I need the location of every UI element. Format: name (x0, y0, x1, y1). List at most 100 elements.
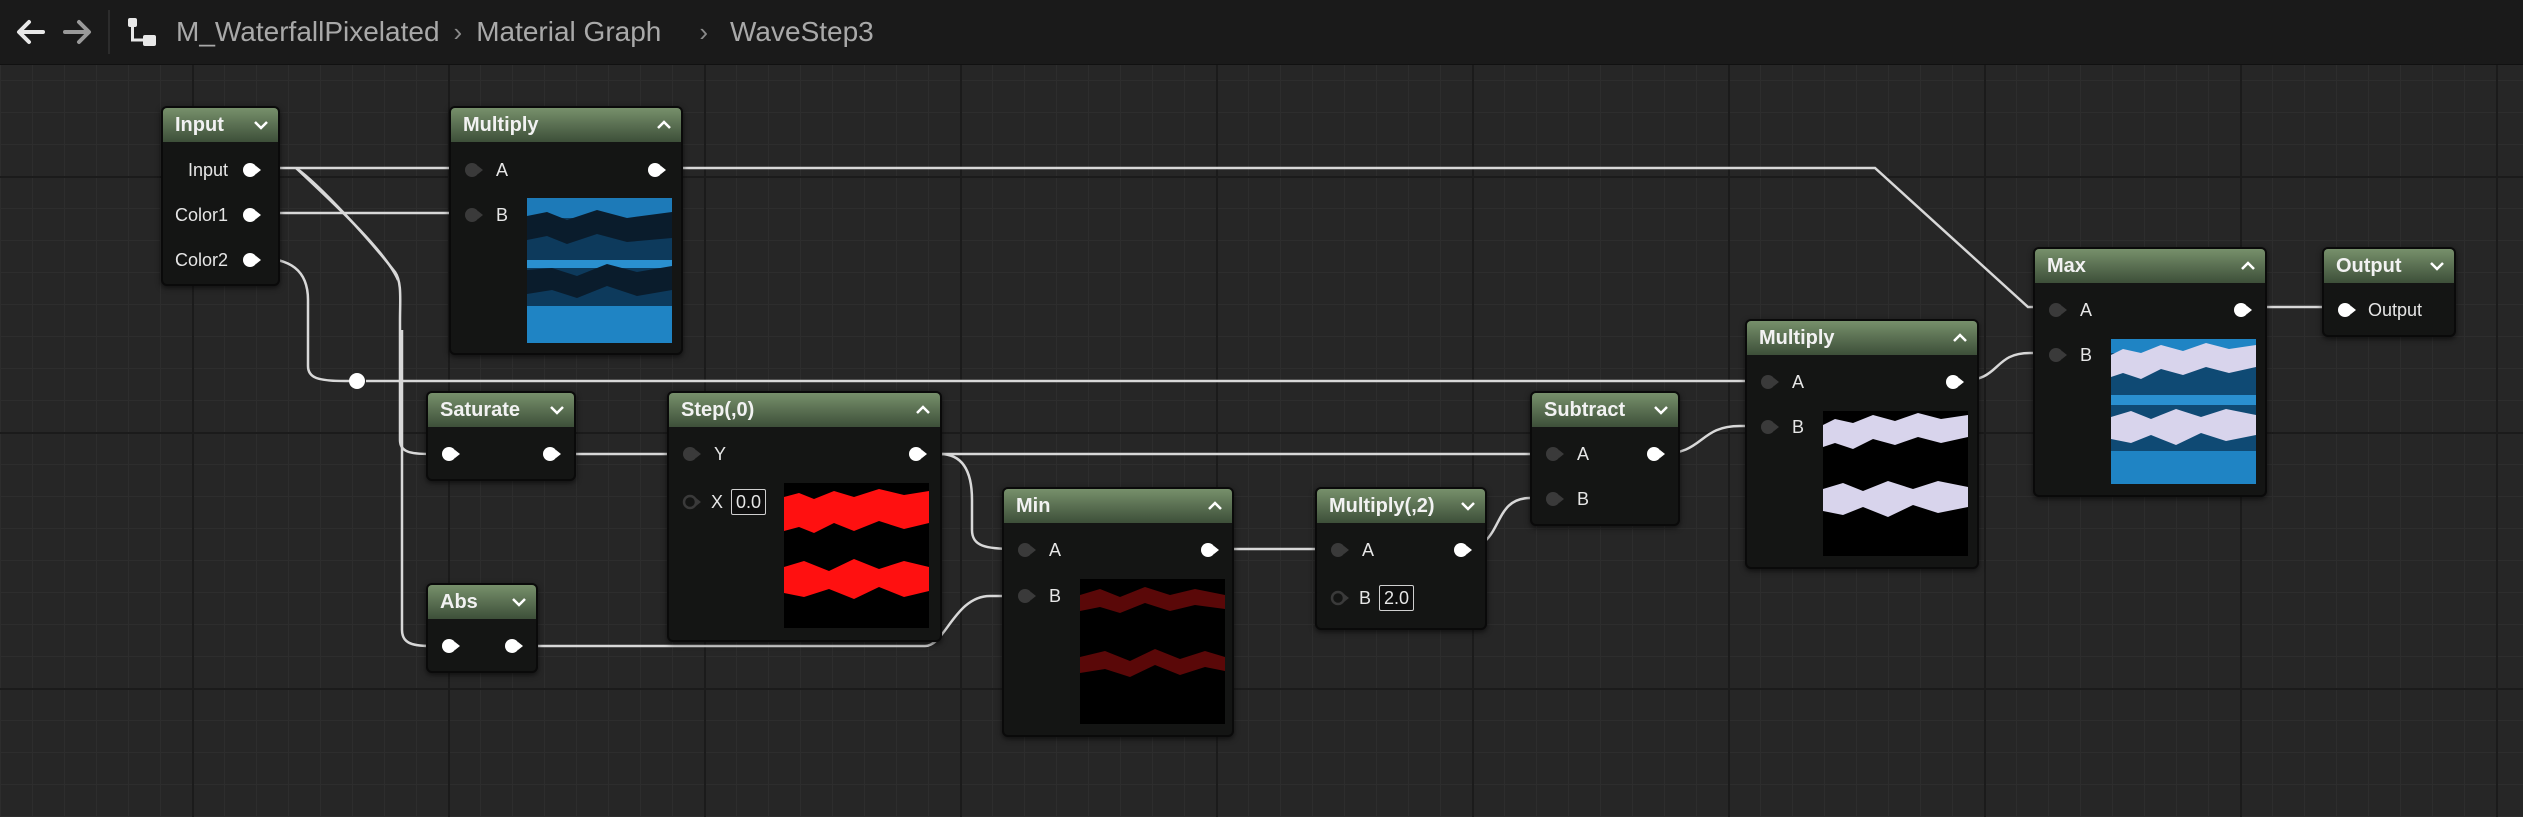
output-pin-icon[interactable] (242, 161, 262, 179)
breadcrumb-graph[interactable]: Material Graph (476, 16, 661, 48)
input-pin-icon[interactable] (1544, 490, 1564, 508)
chevron-up-icon[interactable] (655, 116, 673, 134)
chevron-right-icon: › (699, 16, 709, 47)
pin-label-y: Y (714, 444, 727, 464)
texture-preview (784, 483, 929, 628)
chevron-up-icon[interactable] (1951, 329, 1969, 347)
input-pin-icon[interactable] (2336, 301, 2356, 319)
pin-label-input: Input (187, 160, 228, 180)
chevron-down-icon[interactable] (1652, 401, 1670, 419)
node-title: Multiply (1759, 326, 1835, 349)
input-pin-icon[interactable] (681, 493, 701, 511)
input-pin-icon[interactable] (2047, 346, 2067, 364)
input-pin-icon[interactable] (1329, 589, 1349, 607)
pin-label-b: B (1792, 417, 1805, 437)
toolbar-divider (108, 10, 110, 54)
node-header[interactable]: Max (2035, 249, 2265, 283)
arrow-right-icon (63, 20, 91, 44)
node-header[interactable]: Subtract (1532, 393, 1678, 427)
pin-label-a: A (2080, 300, 2093, 320)
pin-label-b: B (496, 205, 509, 225)
input-pin-icon[interactable] (1016, 541, 1036, 559)
input-pin-icon[interactable] (440, 445, 460, 463)
forward-button[interactable] (54, 0, 102, 64)
node-title: Subtract (1544, 398, 1626, 421)
pin-label-color1: Color1 (174, 205, 228, 225)
breadcrumb-asset[interactable]: M_WaterfallPixelated (176, 16, 440, 48)
breadcrumb: M_WaterfallPixelated › Material Graph › … (176, 16, 874, 48)
wire-input-to-saturate (295, 166, 438, 456)
output-pin-icon[interactable] (504, 637, 524, 655)
node-header[interactable]: Input (163, 108, 278, 142)
max-node[interactable]: Max A B (2033, 247, 2267, 497)
output-pin-icon[interactable] (908, 445, 928, 463)
input-pin-icon[interactable] (1759, 373, 1779, 391)
chevron-up-icon[interactable] (1206, 497, 1224, 515)
input-pin-icon[interactable] (1329, 541, 1349, 559)
min-node[interactable]: Min A B (1002, 487, 1234, 737)
node-header[interactable]: Step(,0) (669, 393, 940, 427)
abs-node[interactable]: Abs (426, 583, 538, 673)
output-pin-icon[interactable] (1945, 373, 1965, 391)
back-button[interactable] (6, 0, 54, 64)
pin-label-b: B (1049, 586, 1062, 606)
b-value-field[interactable]: 2.0 (1379, 585, 1415, 611)
step-node[interactable]: Step(,0) Y X 0.0 (667, 391, 942, 642)
node-header[interactable]: Saturate (428, 393, 574, 427)
texture-preview (1080, 579, 1225, 724)
chevron-down-icon[interactable] (252, 116, 270, 134)
output-pin-icon[interactable] (1453, 541, 1473, 559)
subtract-node[interactable]: Subtract A B (1530, 391, 1680, 526)
saturate-node[interactable]: Saturate (426, 391, 576, 481)
node-header[interactable]: Multiply (1747, 321, 1977, 355)
node-title: Abs (440, 590, 478, 613)
node-header[interactable]: Abs (428, 585, 536, 619)
pin-label-a: A (1792, 372, 1805, 392)
input-pin-icon[interactable] (2047, 301, 2067, 319)
x-value-field[interactable]: 0.0 (731, 489, 767, 515)
chevron-up-icon[interactable] (2239, 257, 2257, 275)
multiply2-node[interactable]: Multiply(,2) A B 2.0 (1315, 487, 1487, 630)
chevron-down-icon[interactable] (1459, 497, 1477, 515)
output-pin-icon[interactable] (2233, 301, 2253, 319)
node-header[interactable]: Multiply (451, 108, 681, 142)
node-title: Saturate (440, 398, 521, 421)
wire-multiply-top-to-max-a (662, 166, 2050, 309)
input-pin-icon[interactable] (1016, 587, 1036, 605)
chevron-down-icon[interactable] (548, 401, 566, 419)
chevron-down-icon[interactable] (510, 593, 528, 611)
wire-input-to-abs (295, 167, 400, 281)
node-title: Step(,0) (681, 398, 755, 421)
reroute-node (349, 373, 365, 389)
multiply-right-node[interactable]: Multiply A B (1745, 319, 1979, 569)
output-pin-icon[interactable] (647, 161, 667, 179)
graph-root-button[interactable] (122, 0, 162, 64)
input-pin-icon[interactable] (463, 161, 483, 179)
node-header[interactable]: Multiply(,2) (1317, 489, 1485, 523)
pin-label-b: B (1359, 588, 1372, 608)
output-pin-icon[interactable] (242, 251, 262, 269)
node-header[interactable]: Min (1004, 489, 1232, 523)
output-pin-icon[interactable] (1646, 445, 1666, 463)
breadcrumb-function[interactable]: WaveStep3 (730, 16, 874, 48)
input-pin-icon[interactable] (681, 445, 701, 463)
pin-label-color2: Color2 (174, 250, 228, 270)
output-node[interactable]: Output Output (2322, 247, 2456, 337)
output-pin-icon[interactable] (1200, 541, 1220, 559)
pin-label-a: A (496, 160, 509, 180)
input-node[interactable]: Input Input Color1 Color2 (161, 106, 280, 286)
chevron-right-icon: › (453, 16, 463, 47)
chevron-down-icon[interactable] (2428, 257, 2446, 275)
chevron-up-icon[interactable] (914, 401, 932, 419)
node-title: Multiply(,2) (1329, 494, 1435, 517)
input-pin-icon[interactable] (440, 637, 460, 655)
multiply-top-node[interactable]: Multiply A B (449, 106, 683, 355)
input-pin-icon[interactable] (463, 206, 483, 224)
arrow-left-icon (17, 20, 45, 44)
pin-label-b: B (2080, 345, 2093, 365)
output-pin-icon[interactable] (242, 206, 262, 224)
input-pin-icon[interactable] (1759, 418, 1779, 436)
output-pin-icon[interactable] (542, 445, 562, 463)
node-header[interactable]: Output (2324, 249, 2454, 283)
input-pin-icon[interactable] (1544, 445, 1564, 463)
